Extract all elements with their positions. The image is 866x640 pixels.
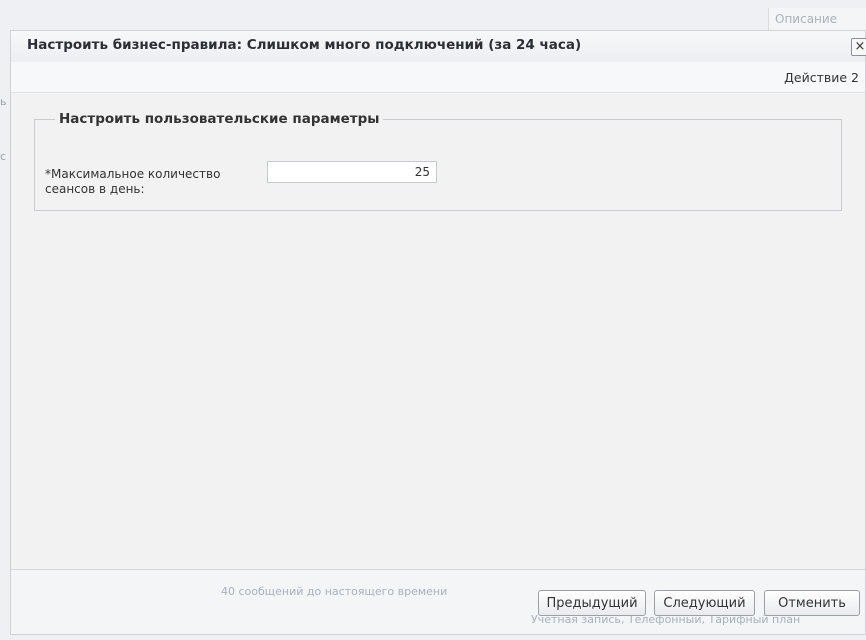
- max-sessions-input[interactable]: [267, 161, 437, 183]
- custom-parameters-fieldset: Настроить пользовательские параметры *Ма…: [34, 111, 842, 211]
- fieldset-legend: Настроить пользовательские параметры: [59, 111, 380, 127]
- max-sessions-label: *Максимальное количество сеансов в день:: [45, 167, 221, 196]
- step-indicator: Действие 2: [784, 70, 859, 85]
- business-rules-dialog: Настроить бизнес-правила: Слишком много …: [10, 30, 866, 635]
- dialog-footer: 40 сообщений до настоящего времени Учетн…: [11, 569, 865, 634]
- background-column-header: Описание: [768, 8, 866, 30]
- dialog-content: Настроить пользовательские параметры *Ма…: [11, 93, 865, 570]
- close-button[interactable]: ×: [851, 38, 866, 56]
- cancel-button[interactable]: Отменить: [764, 590, 860, 616]
- background-row-text: 40 сообщений до настоящего времени: [221, 585, 448, 598]
- previous-button[interactable]: Предыдущий: [538, 590, 646, 616]
- background-edge-glyph: ь: [0, 95, 7, 108]
- background-edge-glyph: с: [0, 150, 7, 163]
- next-button[interactable]: Следующий: [654, 590, 755, 616]
- step-bar: Действие 2: [11, 62, 865, 93]
- dialog-titlebar: Настроить бизнес-правила: Слишком много …: [11, 31, 866, 63]
- dialog-title: Настроить бизнес-правила: Слишком много …: [27, 37, 582, 53]
- close-icon: ×: [854, 39, 866, 54]
